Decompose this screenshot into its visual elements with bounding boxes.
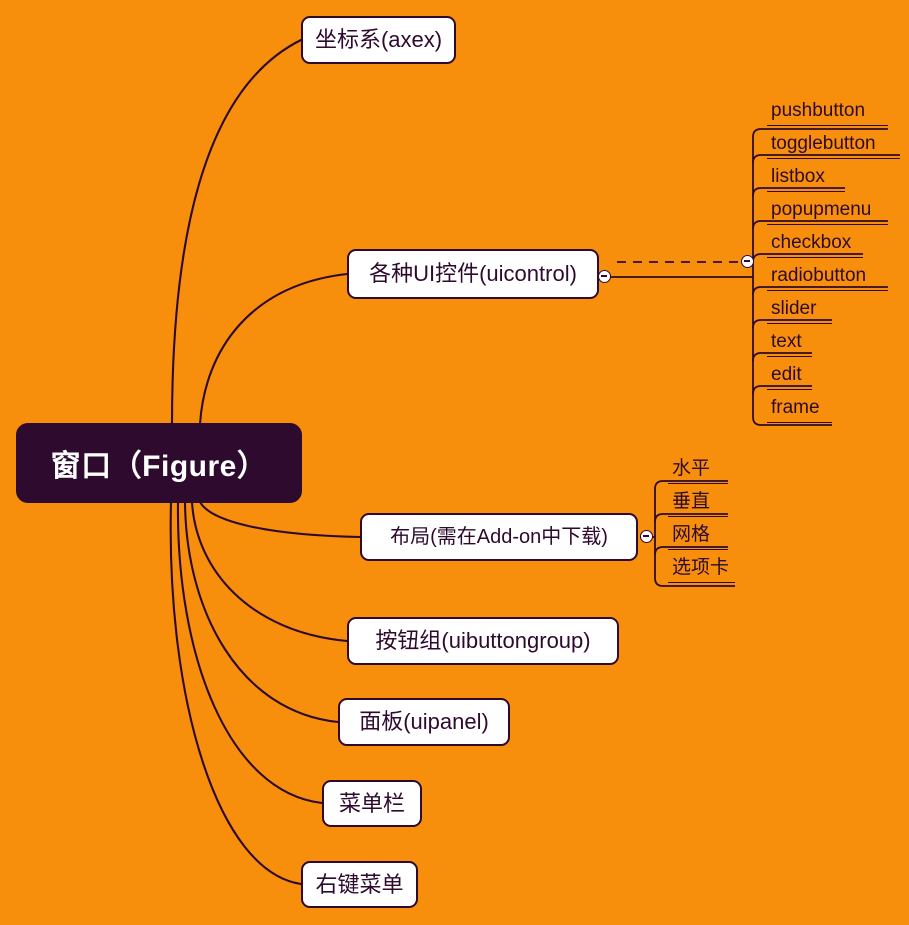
node-buttongroup-label: 按钮组(uibuttongroup) — [375, 628, 591, 653]
leaf-grid[interactable]: 网格 — [668, 525, 728, 550]
node-uicontrol[interactable]: 各种UI控件(uicontrol) — [347, 249, 599, 299]
edge-root-buttongroup — [190, 500, 349, 643]
leaf-text[interactable]: text — [767, 332, 812, 357]
collapse-handle-uicontrol-left[interactable] — [598, 270, 611, 283]
root-node-label: 窗口（Figure） — [50, 450, 268, 483]
node-axes[interactable]: 坐标系(axex) — [301, 16, 456, 64]
node-panel-label: 面板(uipanel) — [359, 709, 489, 734]
node-axes-label: 坐标系(axex) — [314, 27, 443, 52]
node-buttongroup[interactable]: 按钮组(uibuttongroup) — [347, 617, 619, 665]
leaf-vertical[interactable]: 垂直 — [668, 492, 728, 517]
node-contextmenu-label: 右键菜单 — [315, 871, 404, 897]
leaf-popupmenu[interactable]: popupmenu — [767, 200, 888, 225]
node-layout-label: 布局(需在Add-on中下载) — [390, 526, 608, 548]
leaf-listbox[interactable]: listbox — [767, 167, 845, 192]
edge-root-axes — [170, 38, 303, 426]
edge-root-uicontrol — [198, 272, 349, 426]
node-menubar-label: 菜单栏 — [338, 790, 405, 816]
node-menubar[interactable]: 菜单栏 — [322, 780, 422, 827]
leaf-pushbutton[interactable]: pushbutton — [767, 101, 888, 126]
node-panel[interactable]: 面板(uipanel) — [338, 698, 510, 746]
edge-root-panel — [183, 500, 340, 724]
node-layout[interactable]: 布局(需在Add-on中下载) — [360, 513, 638, 561]
root-node[interactable]: 窗口（Figure） — [16, 423, 302, 503]
collapse-handle-layout[interactable] — [640, 530, 653, 543]
edge-root-menubar — [176, 500, 324, 805]
leaf-tab[interactable]: 选项卡 — [668, 558, 735, 583]
node-uicontrol-label: 各种UI控件(uicontrol) — [369, 261, 577, 286]
leaf-horizontal[interactable]: 水平 — [668, 459, 728, 484]
edge-root-contextmenu — [169, 500, 303, 886]
leaf-slider[interactable]: slider — [767, 299, 832, 324]
leaf-radiobutton[interactable]: radiobutton — [767, 266, 888, 291]
edge-root-layout — [198, 500, 362, 539]
collapse-handle-uicontrol-right[interactable] — [741, 255, 754, 268]
leaf-checkbox[interactable]: checkbox — [767, 233, 863, 258]
node-contextmenu[interactable]: 右键菜单 — [301, 861, 418, 908]
leaf-frame[interactable]: frame — [767, 398, 832, 423]
leaf-togglebutton[interactable]: togglebutton — [767, 134, 900, 159]
leaf-edit[interactable]: edit — [767, 365, 812, 390]
mindmap-canvas: 窗口（Figure） 坐标系(axex) 各种UI控件(uicontrol) 布… — [0, 0, 909, 925]
